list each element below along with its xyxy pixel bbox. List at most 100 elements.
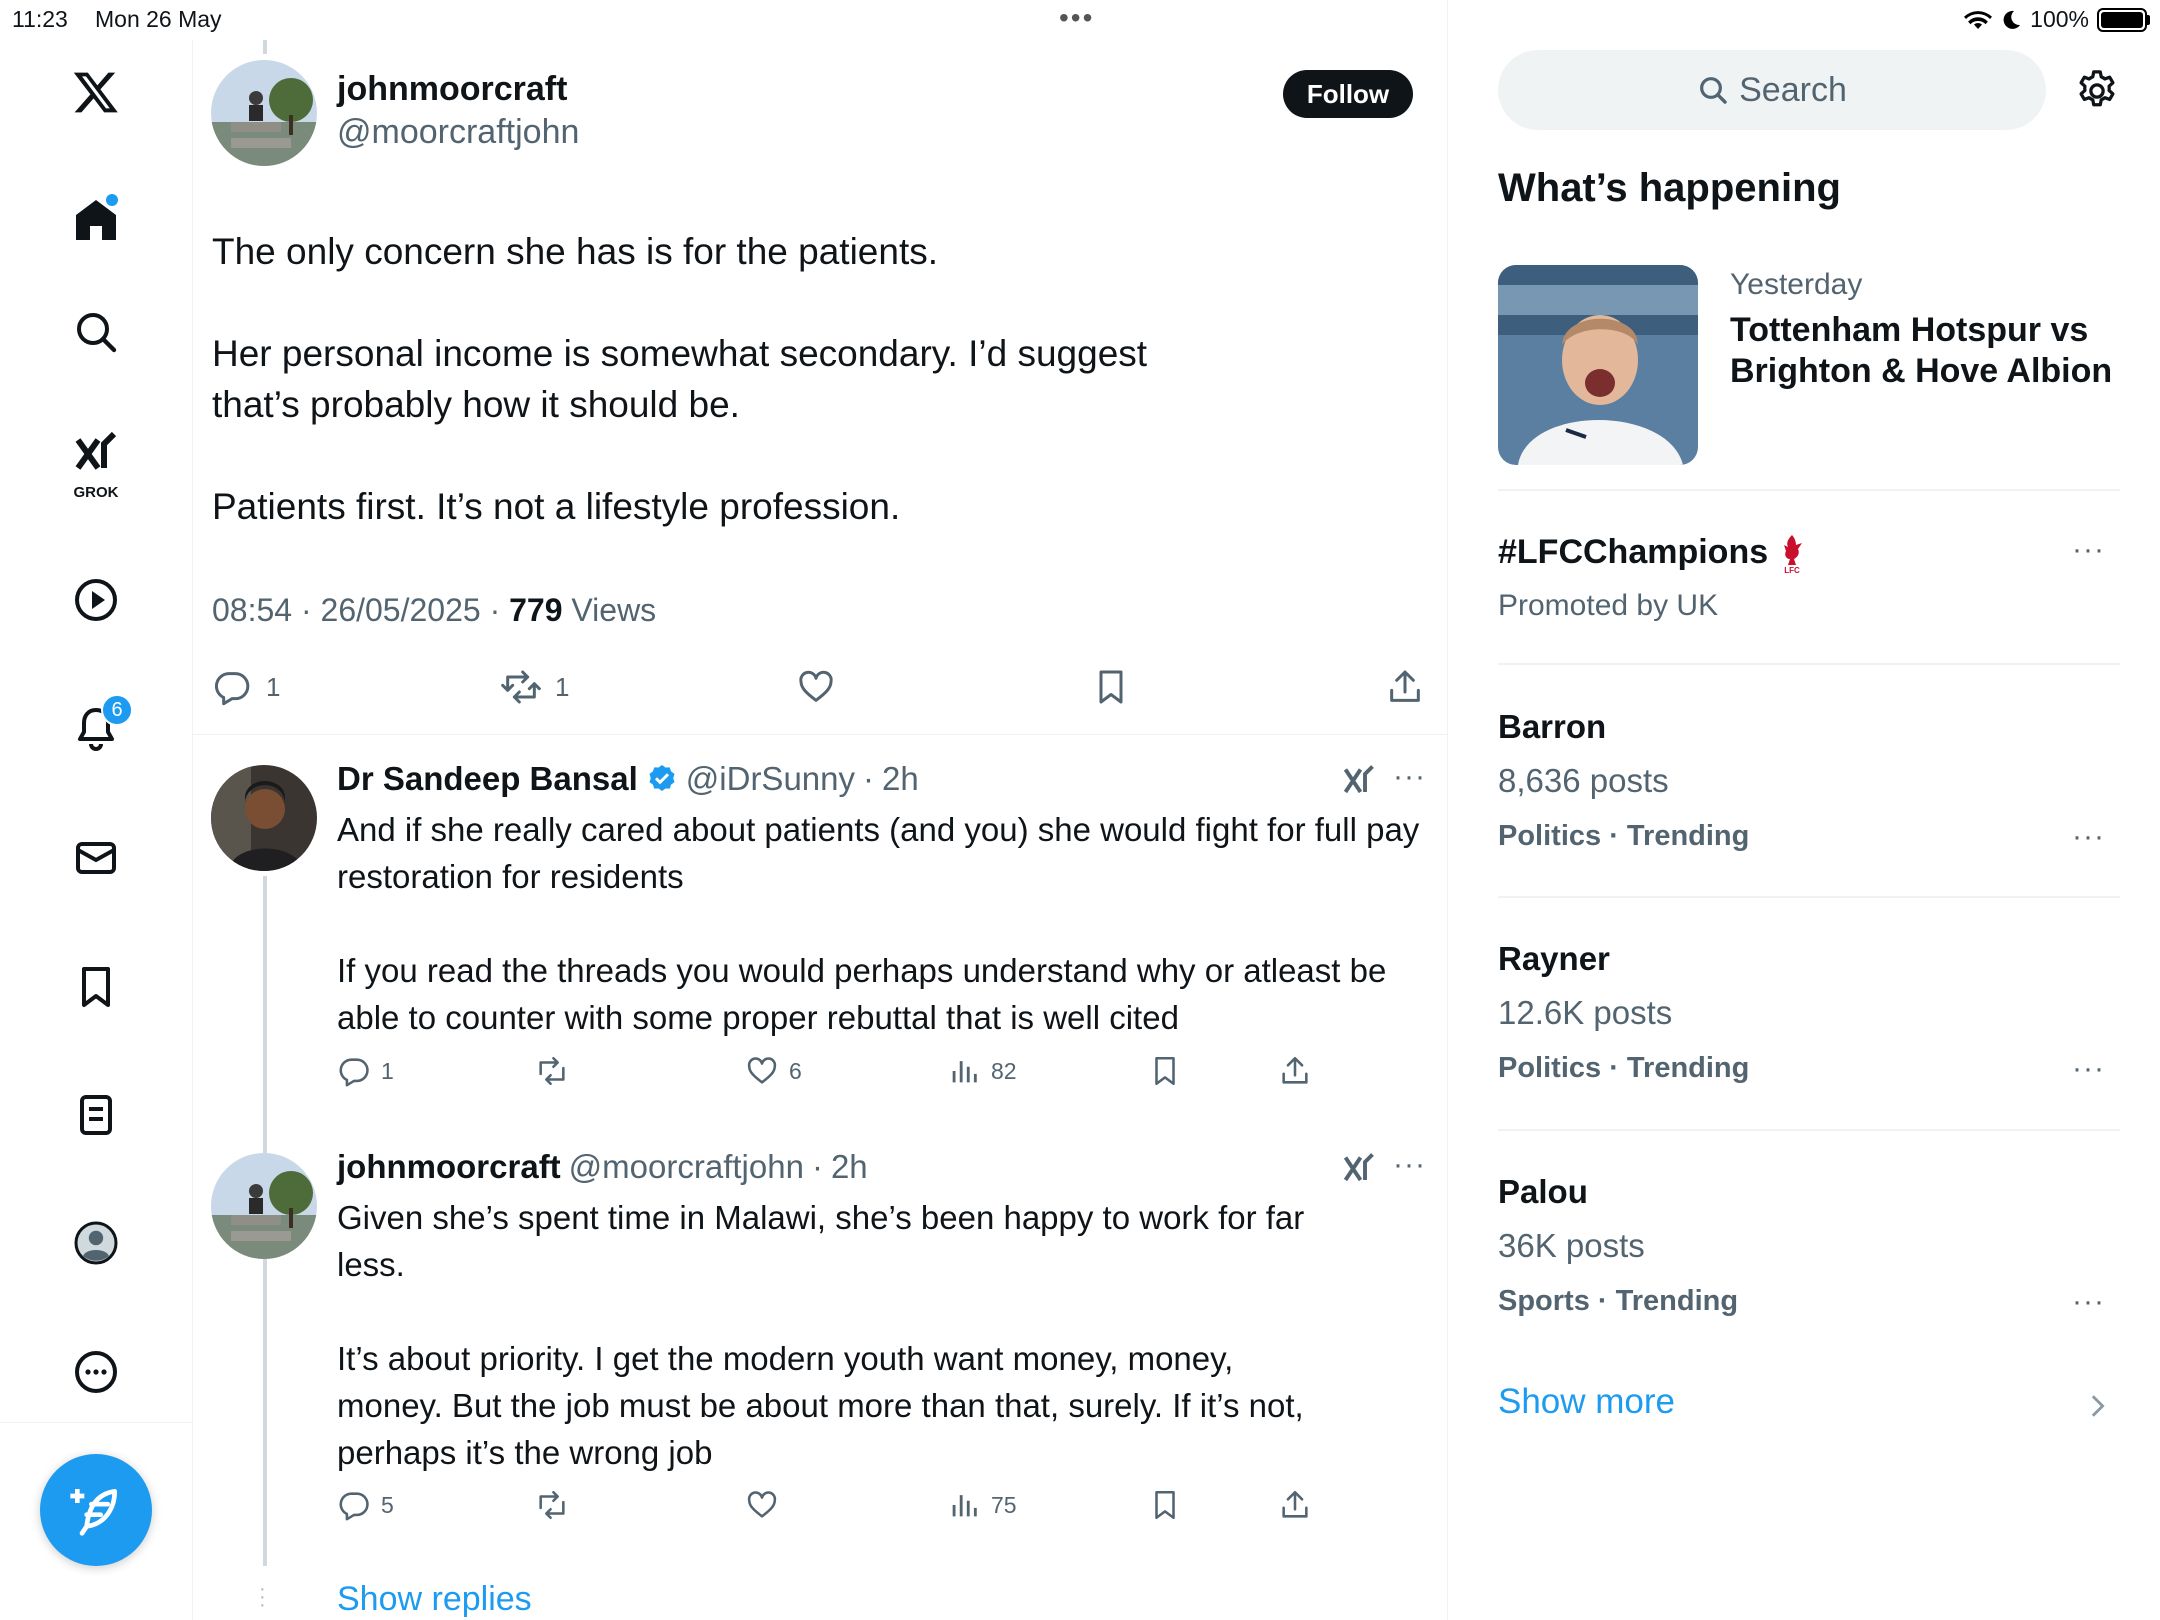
promoted-label: Promoted by UK xyxy=(1498,589,1719,622)
views-label: Views xyxy=(571,592,657,628)
trend-more-icon[interactable]: ··· xyxy=(2072,820,2105,854)
featured-event-image[interactable] xyxy=(1498,265,1698,465)
reply-author-handle[interactable]: @iDrSunny xyxy=(686,760,855,798)
author-name[interactable]: johnmoorcraft xyxy=(337,70,567,109)
retweet-action[interactable]: 1 xyxy=(501,667,569,707)
trend-name[interactable]: Rayner xyxy=(1498,940,1610,978)
trend-category: Politics · Trending xyxy=(1498,820,1750,852)
reply-view-count: 82 xyxy=(991,1057,1017,1084)
messages-envelope-icon[interactable] xyxy=(66,828,126,888)
reply-reply-action[interactable]: 5 xyxy=(337,1488,394,1522)
reply-avatar[interactable] xyxy=(211,1153,317,1259)
reply-icon xyxy=(214,672,250,706)
reply-author-name[interactable]: Dr Sandeep Bansal xyxy=(337,760,638,798)
reply-bookmark-action[interactable] xyxy=(1148,1054,1182,1088)
author-avatar[interactable] xyxy=(211,60,317,166)
follow-button[interactable]: Follow xyxy=(1283,70,1413,118)
trend-name[interactable]: Barron xyxy=(1498,708,1606,746)
grok-label: GROK xyxy=(73,484,119,501)
explore-search-icon[interactable] xyxy=(66,302,126,362)
reply-reply-count: 1 xyxy=(381,1057,394,1084)
verified-badge-icon xyxy=(649,765,675,791)
lfc-liverbird-icon: LFC xyxy=(1783,535,1802,575)
reply-views-action[interactable]: 75 xyxy=(947,1488,1017,1522)
retweet-icon xyxy=(539,1056,565,1086)
x-logo-icon[interactable] xyxy=(66,62,126,122)
status-time: 11:23 xyxy=(12,6,68,32)
home-icon[interactable] xyxy=(66,190,126,250)
reply-bookmark-action[interactable] xyxy=(1148,1488,1182,1522)
reply-author-handle[interactable]: @moorcraftjohn xyxy=(569,1148,804,1186)
reply-icon xyxy=(339,1492,369,1521)
grok-explain-icon[interactable] xyxy=(1341,762,1377,798)
settings-gear-icon[interactable] xyxy=(2074,68,2120,114)
reply-share-action[interactable] xyxy=(1278,1488,1312,1522)
show-replies-link[interactable]: Show replies xyxy=(337,1580,532,1619)
reply-action[interactable]: 1 xyxy=(212,667,280,707)
trend-posts: 12.6K posts xyxy=(1498,994,1673,1031)
reply-retweet-action[interactable] xyxy=(535,1488,569,1522)
reply-like-action[interactable] xyxy=(745,1488,779,1522)
share-icon xyxy=(1282,1490,1308,1518)
reply-share-action[interactable] xyxy=(1278,1054,1312,1088)
reply-views-action[interactable]: 82 xyxy=(947,1054,1017,1088)
reply-time[interactable]: 2h xyxy=(831,1148,868,1186)
search-input[interactable]: Search xyxy=(1498,50,2046,130)
reply-retweet-action[interactable] xyxy=(535,1054,569,1088)
reply-reply-action[interactable]: 1 xyxy=(337,1054,394,1088)
share-icon xyxy=(1282,1056,1308,1084)
reply-avatar[interactable] xyxy=(211,765,317,871)
whats-happening-title: What’s happening xyxy=(1498,166,1841,210)
video-play-icon[interactable] xyxy=(66,570,126,630)
lists-icon[interactable] xyxy=(66,1085,126,1145)
more-options-icon[interactable] xyxy=(66,1342,126,1402)
reply-header: Dr Sandeep Bansal @iDrSunny · 2h xyxy=(337,760,919,798)
grok-explain-icon[interactable] xyxy=(1341,1150,1377,1186)
profile-avatar-icon[interactable] xyxy=(66,1213,126,1273)
author-handle[interactable]: @moorcraftjohn xyxy=(337,113,579,152)
sidebar-divider xyxy=(1498,663,2120,665)
chevron-right-icon[interactable] xyxy=(2088,1392,2106,1420)
views-count: 779 xyxy=(509,592,563,628)
nav-divider xyxy=(0,1422,193,1423)
search-icon xyxy=(1700,77,1727,104)
promoted-more-icon[interactable]: ··· xyxy=(2072,533,2105,567)
share-action[interactable] xyxy=(1385,667,1425,707)
sidebar-divider xyxy=(1498,1129,2120,1131)
reply-like-action[interactable]: 6 xyxy=(745,1054,802,1088)
bookmark-icon xyxy=(1155,1490,1175,1520)
thread-connector-top xyxy=(263,40,267,54)
bookmark-action[interactable] xyxy=(1091,667,1131,707)
featured-event-title[interactable]: Tottenham Hotspur vs Brighton & Hove Alb… xyxy=(1730,310,2130,392)
compose-post-button[interactable] xyxy=(40,1454,152,1566)
trend-more-icon[interactable]: ··· xyxy=(2072,1052,2105,1086)
show-more-link[interactable]: Show more xyxy=(1498,1382,1675,1422)
promoted-trend-tag[interactable]: #LFCChampions LFC xyxy=(1498,533,1806,575)
grok-nav[interactable]: GROK xyxy=(66,428,126,508)
bookmark-icon xyxy=(1155,1056,1175,1086)
reply-icon xyxy=(339,1058,369,1087)
heart-icon xyxy=(747,1057,777,1084)
reply-author-name[interactable]: johnmoorcraft xyxy=(337,1148,561,1186)
tweet-time[interactable]: 08:54 xyxy=(212,592,292,628)
promoted-trend-tag-text: #LFCChampions xyxy=(1498,533,1769,571)
bookmarks-icon[interactable] xyxy=(66,957,126,1017)
sidebar-divider xyxy=(1498,489,2120,491)
reply-time[interactable]: 2h xyxy=(882,760,919,798)
trend-name[interactable]: Palou xyxy=(1498,1173,1588,1211)
right-sidebar: Search What’s happening Yesterday Totten… xyxy=(1448,0,2160,1620)
tweet-date[interactable]: 26/05/2025 xyxy=(321,592,481,628)
like-action[interactable] xyxy=(796,667,836,707)
reply-text: And if she really cared about patients (… xyxy=(337,811,1420,1036)
search-placeholder: Search xyxy=(1739,70,1847,109)
reply-view-count: 75 xyxy=(991,1491,1017,1518)
feather-plus-icon xyxy=(70,1489,117,1536)
trend-category: Politics · Trending xyxy=(1498,1052,1750,1084)
reply-count: 1 xyxy=(266,671,281,702)
trend-more-icon[interactable]: ··· xyxy=(2072,1285,2105,1319)
reply-more-icon[interactable]: ··· xyxy=(1393,1148,1426,1182)
notifications-bell-icon[interactable]: 6 xyxy=(66,694,133,758)
thread-continuation-dots: · · · xyxy=(259,1578,266,1616)
grok-icon xyxy=(75,431,117,470)
reply-more-icon[interactable]: ··· xyxy=(1393,760,1426,794)
